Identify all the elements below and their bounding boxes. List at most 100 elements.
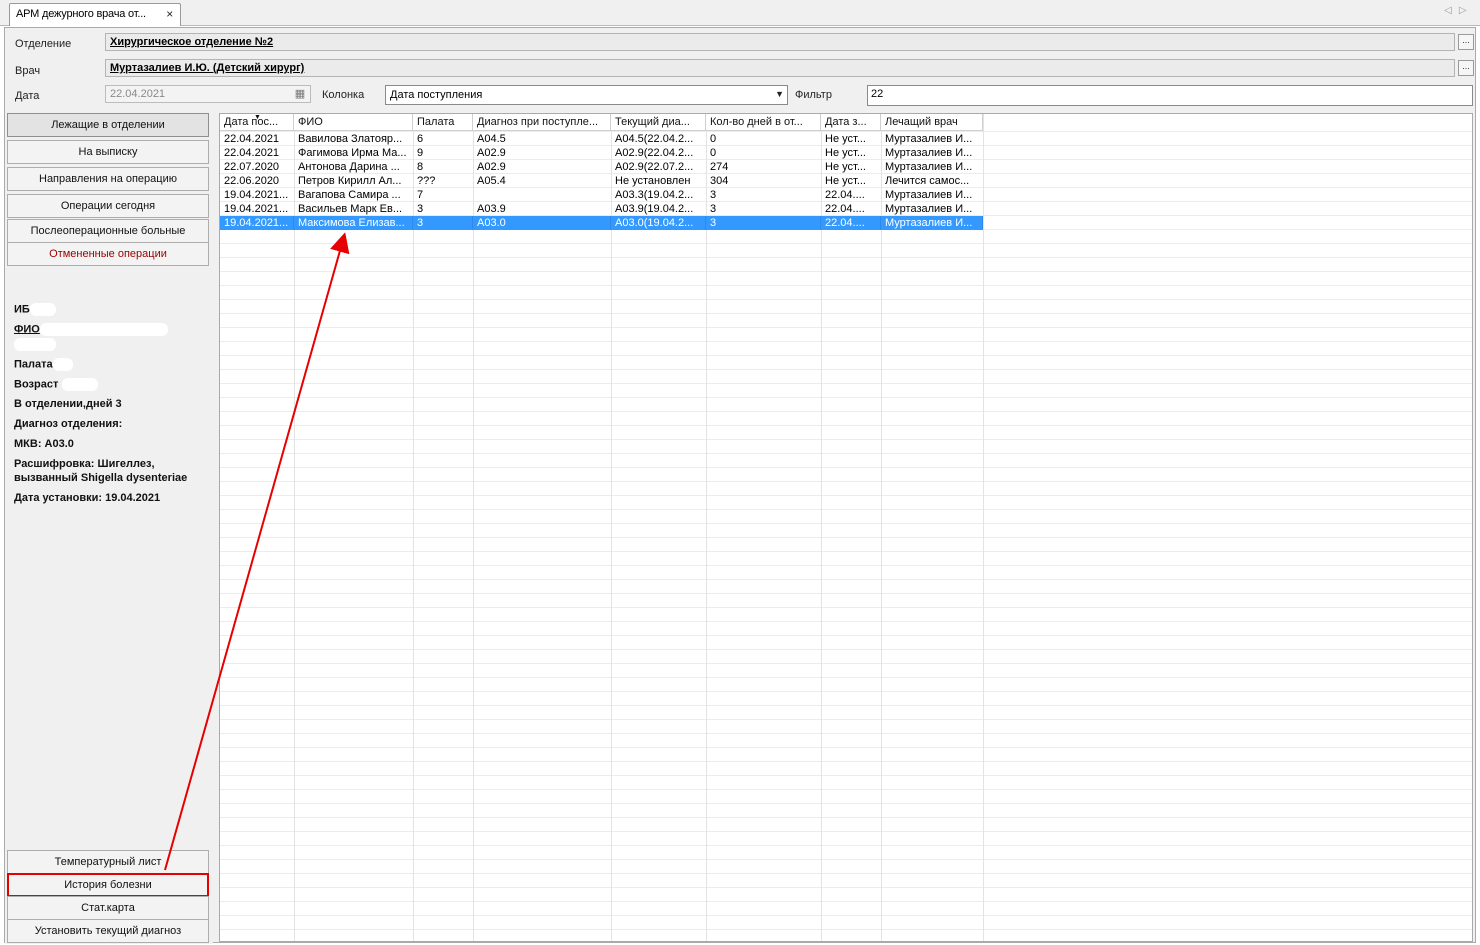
cell-doctor: Муртазалиев И... <box>885 161 973 173</box>
cell-admission-diagnosis: A04.5 <box>477 133 506 145</box>
date-field[interactable]: 22.04.2021 ▦ <box>105 85 311 103</box>
nav-cancelled-surgeries-button[interactable]: Отмененные операции <box>7 242 209 266</box>
info-set-date: Дата установки: 19.04.2021 <box>14 492 161 504</box>
tab-title: АРМ дежурного врача от... <box>16 8 146 20</box>
cell-days: 3 <box>710 203 717 215</box>
doctor-select-button[interactable]: ... <box>1458 60 1474 76</box>
cell-ward: ??? <box>417 175 436 187</box>
cell-doctor: Муртазалиев И... <box>885 189 973 201</box>
cell-doctor: Лечится самос... <box>885 175 970 187</box>
cell-close-date: Не уст... <box>825 175 866 187</box>
col-attending-doctor[interactable]: Лечащий врач <box>881 114 983 131</box>
table-row[interactable]: 22.04.2021 Вавилова Златояр... 6 A04.5 A04.5… <box>220 132 983 146</box>
cell-close-date: 22.04.... <box>825 203 865 215</box>
redacted-ib <box>29 303 56 316</box>
department-label: Отделение <box>15 38 72 50</box>
grid-vline <box>821 114 822 941</box>
cell-fio: Васильев Марк Ев... <box>298 203 403 215</box>
grid-vline <box>983 114 984 941</box>
cell-doctor: Муртазалиев И... <box>885 147 973 159</box>
cell-admission-diagnosis: A03.9 <box>477 203 506 215</box>
medical-history-button[interactable]: История болезни <box>7 873 209 897</box>
cell-close-date: Не уст... <box>825 161 866 173</box>
table-row[interactable]: 22.04.2021 Фагимова Ирма Ма... 9 A02.9 A02.9… <box>220 146 983 160</box>
nav-surgeries-today-button[interactable]: Операции сегодня <box>7 194 209 218</box>
cell-days: 3 <box>706 216 821 230</box>
col-ward[interactable]: Палата <box>413 114 473 131</box>
col-days-in-dept[interactable]: Кол-во дней в от... <box>706 114 821 131</box>
cell-fio: Фагимова Ирма Ма... <box>298 147 407 159</box>
nav-discharge-button[interactable]: На выписку <box>7 140 209 164</box>
patients-grid[interactable]: Дата пос... ФИО Палата Диагноз при посту… <box>219 113 1473 942</box>
set-current-diagnosis-button[interactable]: Установить текущий диагноз <box>7 919 209 943</box>
main-window: Отделение Хирургическое отделение №2 ...… <box>4 27 1476 944</box>
info-age-label: Возраст <box>14 378 59 391</box>
date-value: 22.04.2021 <box>110 88 166 100</box>
scroll-left-icon[interactable]: ◁ <box>1442 5 1454 16</box>
cell-current-diagnosis: A02.9(22.07.2... <box>615 161 694 173</box>
cell-ward: 9 <box>417 147 424 159</box>
cell-fio: Максимова Елизав... <box>294 216 413 230</box>
grid-vline <box>413 114 414 941</box>
cell-days: 0 <box>710 147 717 159</box>
column-select[interactable]: Дата поступления ▼ <box>385 85 788 105</box>
table-row[interactable]: 19.04.2021... Васильев Марк Ев... 3 A03.9 A0… <box>220 202 983 216</box>
department-field[interactable]: Хирургическое отделение №2 <box>105 33 1455 51</box>
cell-current-diagnosis: A03.0(19.04.2... <box>611 216 706 230</box>
cell-admission-diagnosis: A03.0 <box>473 216 611 230</box>
tab-arm-duty-doctor[interactable]: АРМ дежурного врача от... × <box>9 3 181 26</box>
col-admission-diagnosis[interactable]: Диагноз при поступле... <box>473 114 611 131</box>
cell-fio: Вагапова Самира ... <box>298 189 401 201</box>
info-diagnosis-label: Диагноз отделения: <box>14 418 123 430</box>
filter-label: Фильтр <box>795 89 832 101</box>
filter-input[interactable]: 22 <box>867 85 1473 106</box>
grid-vline <box>294 114 295 941</box>
chevron-down-icon[interactable]: ▼ <box>775 89 784 99</box>
redacted-fio <box>39 323 168 336</box>
cell-days: 304 <box>710 175 729 187</box>
info-fio: ФИО <box>14 323 168 336</box>
nav-postop-patients-button[interactable]: Послеоперационные больные <box>7 219 209 243</box>
info-fio-label: ФИО <box>14 323 40 336</box>
department-select-button[interactable]: ... <box>1458 34 1474 50</box>
table-row[interactable]: 19.04.2021... Вагапова Самира ... 7 A03.3(1… <box>220 188 983 202</box>
cell-ward: 6 <box>417 133 424 145</box>
cell-admission-diagnosis: A02.9 <box>477 161 506 173</box>
info-ib-label: ИБ <box>14 303 30 316</box>
col-fio[interactable]: ФИО <box>294 114 413 131</box>
nav-inpatients-button[interactable]: Лежащие в отделении <box>7 113 209 137</box>
cell-days: 274 <box>710 161 729 173</box>
info-ward: Палата <box>14 358 73 371</box>
temperature-sheet-button[interactable]: Температурный лист <box>7 850 209 874</box>
col-close-date[interactable]: Дата з... <box>821 114 881 131</box>
cell-close-date: Не уст... <box>825 147 866 159</box>
redacted-ward <box>52 358 73 371</box>
table-row[interactable]: 22.07.2020 Антонова Дарина ... 8 A02.9 A02.9… <box>220 160 983 174</box>
info-days: В отделении,дней 3 <box>14 398 122 410</box>
table-row[interactable]: 22.06.2020 Петров Кирилл Ал...??? A05.4 Не … <box>220 174 983 188</box>
cell-current-diagnosis: A03.9(19.04.2... <box>615 203 694 215</box>
cell-current-diagnosis: A02.9(22.04.2... <box>615 147 694 159</box>
tab-strip: АРМ дежурного врача от... × ◁ ▷ <box>0 0 1480 26</box>
grid-header: Дата пос... ФИО Палата Диагноз при посту… <box>220 114 983 131</box>
cell-doctor: Муртазалиев И... <box>881 216 983 230</box>
cell-doctor: Муртазалиев И... <box>885 203 973 215</box>
cell-ward: 7 <box>417 189 424 201</box>
cell-doctor: Муртазалиев И... <box>885 133 973 145</box>
cell-days: 0 <box>710 133 717 145</box>
scroll-right-icon[interactable]: ▷ <box>1457 5 1469 16</box>
col-current-diagnosis[interactable]: Текущий диа... <box>611 114 706 131</box>
calendar-icon[interactable]: ▦ <box>292 87 308 101</box>
doctor-field[interactable]: Муртазалиев И.Ю. (Детский хирург) <box>105 59 1455 77</box>
cell-ward: 3 <box>417 203 424 215</box>
column-select-value: Дата поступления <box>390 89 483 101</box>
info-age: Возраст <box>14 378 99 391</box>
table-row[interactable]: 19.04.2021... Максимова Елизав... 3 A03.0 A0… <box>220 216 983 230</box>
grid-vline <box>473 114 474 941</box>
cell-admission-date: 19.04.2021... <box>224 203 289 215</box>
cell-admission-diagnosis <box>473 188 611 202</box>
close-icon[interactable]: × <box>166 7 173 21</box>
nav-surgery-referrals-button[interactable]: Направления на операцию <box>7 167 209 191</box>
stat-card-button[interactable]: Стат.карта <box>7 896 209 920</box>
cell-admission-date: 19.04.2021... <box>224 189 289 201</box>
